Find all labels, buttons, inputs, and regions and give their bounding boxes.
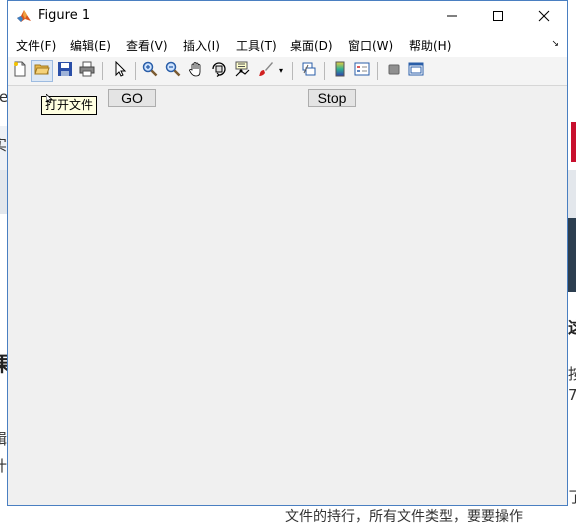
zoom-out-icon: [165, 61, 181, 81]
menu-tools[interactable]: 工具(T): [236, 37, 277, 54]
mouse-pointer-icon: [45, 89, 54, 108]
data-cursor-icon: [234, 61, 250, 81]
matlab-logo-icon: [16, 8, 32, 24]
menu-view[interactable]: 查看(V): [126, 37, 168, 54]
bg-fragment: 按: [568, 365, 576, 383]
show-plot-tools-icon: [408, 61, 424, 81]
save-button[interactable]: [54, 60, 76, 82]
menu-desktop[interactable]: 桌面(D): [290, 37, 333, 54]
zoom-out-button[interactable]: [162, 60, 184, 82]
rotate-3d-button[interactable]: [208, 60, 230, 82]
bg-fragment: 这: [568, 314, 576, 338]
close-button[interactable]: [521, 1, 567, 32]
link-plot-button[interactable]: [298, 60, 320, 82]
toolbar-separator: [135, 62, 136, 80]
menu-edit[interactable]: 编辑(E): [70, 37, 111, 54]
stop-button[interactable]: Stop: [308, 89, 356, 107]
brush-button[interactable]: [255, 60, 277, 82]
new-file-icon: [12, 61, 28, 81]
figure-window: Figure 1 文件(F) 编辑(E) 查看(V) 插入(I) 工具(T) 桌…: [7, 0, 568, 506]
colorbar-button[interactable]: [329, 60, 351, 82]
maximize-icon: [492, 7, 504, 26]
open-file-icon: [34, 61, 50, 81]
brush-icon: [258, 61, 274, 81]
minimize-icon: [446, 7, 458, 26]
figure-canvas: GO Stop: [8, 86, 567, 505]
bg-fragment: 了: [568, 488, 576, 506]
dock-arrow-icon[interactable]: ↘: [551, 39, 559, 49]
window-title: Figure 1: [38, 8, 91, 23]
close-icon: [538, 7, 550, 26]
pan-hand-icon: [188, 61, 204, 81]
toolbar-separator: [102, 62, 103, 80]
hide-plot-tools-icon: [386, 61, 402, 81]
legend-icon: [354, 61, 370, 81]
print-button[interactable]: [76, 60, 98, 82]
minimize-button[interactable]: [429, 1, 475, 32]
zoom-in-icon: [142, 61, 158, 81]
open-file-button[interactable]: [31, 60, 53, 82]
bg-fragment: 辑: [0, 428, 7, 449]
title-bar[interactable]: Figure 1: [8, 1, 567, 32]
print-icon: [79, 61, 95, 81]
toolbar-separator: [292, 62, 293, 80]
figure-toolbar: ▾: [8, 57, 567, 86]
colorbar-icon: [332, 61, 348, 81]
save-icon: [57, 61, 73, 81]
show-plot-tools-button[interactable]: [405, 60, 427, 82]
bg-fragment: 实: [0, 134, 7, 155]
menu-window[interactable]: 窗口(W): [348, 37, 393, 54]
background-dark-band: [568, 218, 576, 292]
select-arrow-icon: [112, 60, 128, 81]
bg-bottom-text: 文件的持行，所有文件类型，要要操作: [285, 509, 523, 525]
rotate-3d-icon: [211, 61, 227, 81]
background-band: [0, 170, 7, 214]
menu-insert[interactable]: 插入(I): [183, 37, 220, 54]
toolbar-separator: [377, 62, 378, 80]
bg-fragment: 计: [0, 455, 7, 476]
legend-button[interactable]: [351, 60, 373, 82]
edit-plot-button[interactable]: [109, 60, 131, 82]
go-button[interactable]: GO: [108, 89, 156, 107]
bg-fragment: 7: [568, 386, 576, 404]
new-figure-button[interactable]: [9, 60, 31, 82]
toolbar-separator: [324, 62, 325, 80]
brush-dropdown-icon[interactable]: ▾: [279, 66, 283, 75]
menu-help[interactable]: 帮助(H): [409, 37, 451, 54]
maximize-button[interactable]: [475, 1, 521, 32]
background-band: [568, 170, 576, 218]
menu-file[interactable]: 文件(F): [16, 37, 56, 54]
menu-bar: 文件(F) 编辑(E) 查看(V) 插入(I) 工具(T) 桌面(D) 窗口(W…: [8, 32, 567, 57]
link-plot-icon: [301, 61, 317, 81]
pan-button[interactable]: [185, 60, 207, 82]
hide-plot-tools-button[interactable]: [383, 60, 405, 82]
zoom-in-button[interactable]: [139, 60, 161, 82]
data-cursor-button[interactable]: [231, 60, 253, 82]
background-red-button: [571, 122, 576, 162]
